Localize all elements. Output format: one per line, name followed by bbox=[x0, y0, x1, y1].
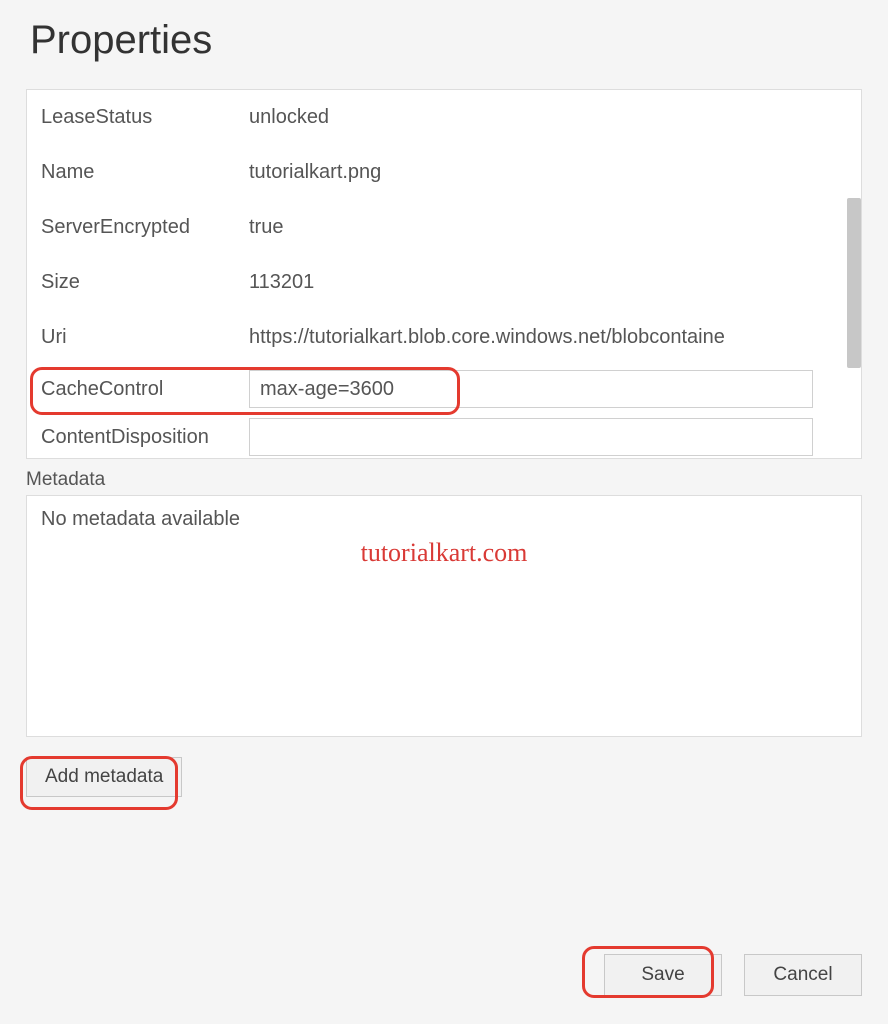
cancel-button[interactable]: Cancel bbox=[744, 954, 862, 996]
metadata-panel: No metadata available tutorialkart.com bbox=[26, 495, 862, 737]
properties-panel: LeaseStatus unlocked Name tutorialkart.p… bbox=[26, 89, 862, 459]
add-metadata-button[interactable]: Add metadata bbox=[26, 757, 182, 797]
property-label: CacheControl bbox=[41, 378, 249, 401]
property-value: true bbox=[249, 216, 847, 239]
metadata-section-label: Metadata bbox=[26, 469, 862, 491]
property-row-contentdisposition: ContentDisposition bbox=[27, 413, 861, 459]
watermark-text: tutorialkart.com bbox=[361, 538, 528, 568]
page-title: Properties bbox=[30, 18, 862, 63]
property-value: unlocked bbox=[249, 106, 847, 129]
scrollbar-thumb[interactable] bbox=[847, 198, 861, 368]
property-label: Name bbox=[41, 161, 249, 184]
property-value: 113201 bbox=[249, 271, 847, 294]
property-row-name: Name tutorialkart.png bbox=[27, 145, 861, 200]
contentdisposition-input[interactable] bbox=[249, 418, 813, 456]
cachecontrol-input[interactable] bbox=[249, 370, 813, 408]
property-row-serverencrypted: ServerEncrypted true bbox=[27, 200, 861, 255]
property-row-size: Size 113201 bbox=[27, 255, 861, 310]
property-label: ServerEncrypted bbox=[41, 216, 249, 239]
property-label: ContentDisposition bbox=[41, 426, 249, 449]
footer-buttons: Save Cancel bbox=[604, 954, 862, 996]
property-label: Size bbox=[41, 271, 249, 294]
save-button[interactable]: Save bbox=[604, 954, 722, 996]
property-value: tutorialkart.png bbox=[249, 161, 847, 184]
metadata-empty-text: No metadata available bbox=[41, 508, 847, 531]
property-label: LeaseStatus bbox=[41, 106, 249, 129]
property-label: Uri bbox=[41, 326, 249, 349]
property-value: https://tutorialkart.blob.core.windows.n… bbox=[249, 326, 847, 349]
property-row-leasestatus: LeaseStatus unlocked bbox=[27, 90, 861, 145]
properties-table: LeaseStatus unlocked Name tutorialkart.p… bbox=[27, 90, 861, 459]
property-row-cachecontrol: CacheControl bbox=[27, 365, 861, 413]
property-row-uri: Uri https://tutorialkart.blob.core.windo… bbox=[27, 310, 861, 365]
